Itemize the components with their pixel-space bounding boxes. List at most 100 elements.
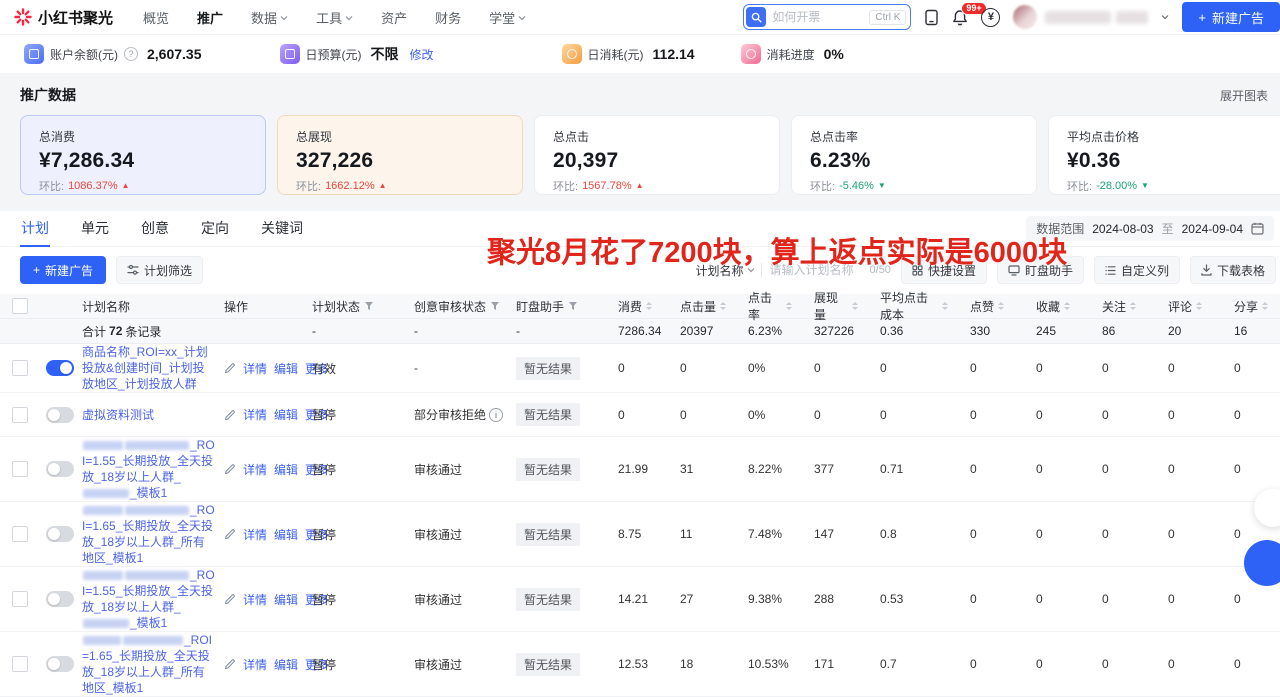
plan-filter-button[interactable]: 计划筛选 [116,256,203,284]
tab-创意[interactable]: 创意 [140,211,170,246]
edit-link[interactable]: 编辑 [274,591,298,608]
nav-item-推广[interactable]: 推广 [197,8,223,27]
plan-enable-toggle[interactable] [46,591,74,607]
plan-name-link[interactable]: _ROI=1.65_长期投放_全天投放_18岁以上人群_所有地区_模板1 [82,632,216,696]
info-icon[interactable]: ? [124,47,138,61]
col-header-status[interactable]: 计划状态 [308,298,410,315]
col-header-assistant[interactable]: 盯盘助手 [512,298,600,315]
nav-item-学堂[interactable]: 学堂 [489,8,526,27]
plan-name-link[interactable]: _ROI=1.55_长期投放_全天投放_18岁以上人群__模板1 [82,567,216,631]
plan-enable-toggle[interactable] [46,461,74,477]
sort-icon[interactable] [1262,299,1268,313]
edit-name-icon[interactable] [224,463,236,475]
sort-icon[interactable] [942,299,948,313]
detail-link[interactable]: 详情 [243,461,267,478]
edit-name-icon[interactable] [224,593,236,605]
col-header-creative[interactable]: 创意审核状态 [410,298,512,315]
tab-计划[interactable]: 计划 [20,211,50,246]
col-header-metric-3[interactable]: 展现量 [796,289,862,323]
stat-card-总点击[interactable]: 总点击20,397环比:1567.78%▲ [534,115,780,195]
expand-chart-link[interactable]: 展开图表 [1220,87,1268,104]
col-header-metric-1[interactable]: 点击量 [662,298,730,315]
edit-link[interactable]: 编辑 [274,461,298,478]
nav-item-概览[interactable]: 概览 [143,8,169,27]
sort-icon[interactable] [1196,299,1202,313]
detail-link[interactable]: 详情 [243,656,267,673]
download-table-button[interactable]: 下载表格 [1190,256,1276,284]
new-ad-button-top[interactable]: +新建广告 [1182,2,1280,32]
sort-icon[interactable] [786,299,792,313]
stat-card-总消费[interactable]: 总消费¥7,286.34环比:1086.37%▲ [20,115,266,195]
detail-link[interactable]: 详情 [243,406,267,423]
tab-单元[interactable]: 单元 [80,211,110,246]
sort-icon[interactable] [720,299,726,313]
metric-value: 14.21 [600,592,662,606]
nav-item-财务[interactable]: 财务 [435,8,461,27]
detail-link[interactable]: 详情 [243,591,267,608]
row-checkbox[interactable] [12,526,28,542]
col-header-metric-8[interactable]: 评论 [1150,298,1216,315]
modify-link[interactable]: 修改 [410,46,434,63]
info-icon[interactable]: i [489,408,503,422]
plan-name-link[interactable]: _ROI=1.55_长期投放_全天投放_18岁以上人群__模板1 [82,437,216,501]
sort-icon[interactable] [852,299,858,313]
bell-icon[interactable]: 99+ [952,9,968,26]
stat-card-总展现[interactable]: 总展现327,226环比:1662.12%▲ [277,115,523,195]
nav-item-工具[interactable]: 工具 [316,8,353,27]
edit-link[interactable]: 编辑 [274,656,298,673]
sort-icon[interactable] [646,299,652,313]
filter-icon[interactable] [490,301,500,311]
select-all-checkbox[interactable] [12,298,28,314]
app-logo[interactable]: 小红书聚光 [14,7,113,28]
user-menu-caret-icon[interactable] [1161,8,1169,26]
user-avatar[interactable] [1013,5,1037,29]
nav-item-数据[interactable]: 数据 [251,8,288,27]
row-checkbox[interactable] [12,591,28,607]
edit-link[interactable]: 编辑 [274,360,298,377]
edit-name-icon[interactable] [224,658,236,670]
col-header-metric-0[interactable]: 消费 [600,298,662,315]
plan-enable-toggle[interactable] [46,360,74,376]
tab-定向[interactable]: 定向 [200,211,230,246]
plan-name-link[interactable]: _ROI=1.65_长期投放_全天投放_18岁以上人群_所有地区_模板1 [82,502,216,566]
edit-name-icon[interactable] [224,362,236,374]
plan-name-link[interactable]: 虚拟资料测试 [82,407,154,423]
tab-关键词[interactable]: 关键词 [260,211,304,246]
edit-link[interactable]: 编辑 [274,406,298,423]
new-ad-button[interactable]: +新建广告 [20,256,106,284]
edit-name-icon[interactable] [224,409,236,421]
filter-icon[interactable] [364,301,374,311]
detail-link[interactable]: 详情 [243,526,267,543]
plan-enable-toggle[interactable] [46,526,74,542]
row-checkbox[interactable] [12,656,28,672]
finance-yen-icon[interactable]: ¥ [981,8,1000,27]
col-header-metric-4[interactable]: 平均点击成本 [862,289,952,323]
sort-icon[interactable] [998,299,1004,313]
plan-name-link[interactable]: 商品名称_ROI=xx_计划投放&创建时间_计划投放地区_计划投放人群 [82,344,216,392]
plan-enable-toggle[interactable] [46,656,74,672]
device-icon[interactable] [924,9,939,26]
filter-icon[interactable] [568,301,578,311]
global-search-box[interactable]: Ctrl K [743,4,911,30]
col-header-metric-6[interactable]: 收藏 [1018,298,1084,315]
col-header-metric-2[interactable]: 点击率 [730,289,796,323]
col-header-ops[interactable]: 操作 [220,298,308,315]
sort-icon[interactable] [1130,299,1136,313]
search-input[interactable] [766,10,869,24]
col-header-name[interactable]: 计划名称 [80,298,220,315]
nav-item-资产[interactable]: 资产 [381,8,407,27]
row-checkbox[interactable] [12,407,28,423]
row-checkbox[interactable] [12,461,28,477]
sort-icon[interactable] [1064,299,1070,313]
plan-enable-toggle[interactable] [46,407,74,423]
stat-card-平均点击价格[interactable]: 平均点击价格¥0.36环比:-28.00%▼ [1048,115,1280,195]
stat-card-总点击率[interactable]: 总点击率6.23%环比:-5.46%▼ [791,115,1037,195]
col-header-metric-5[interactable]: 点赞 [952,298,1018,315]
custom-columns-button[interactable]: 自定义列 [1094,256,1180,284]
edit-name-icon[interactable] [224,528,236,540]
detail-link[interactable]: 详情 [243,360,267,377]
edit-link[interactable]: 编辑 [274,526,298,543]
row-checkbox[interactable] [12,360,28,376]
col-header-metric-9[interactable]: 分享 [1216,298,1280,315]
col-header-metric-7[interactable]: 关注 [1084,298,1150,315]
